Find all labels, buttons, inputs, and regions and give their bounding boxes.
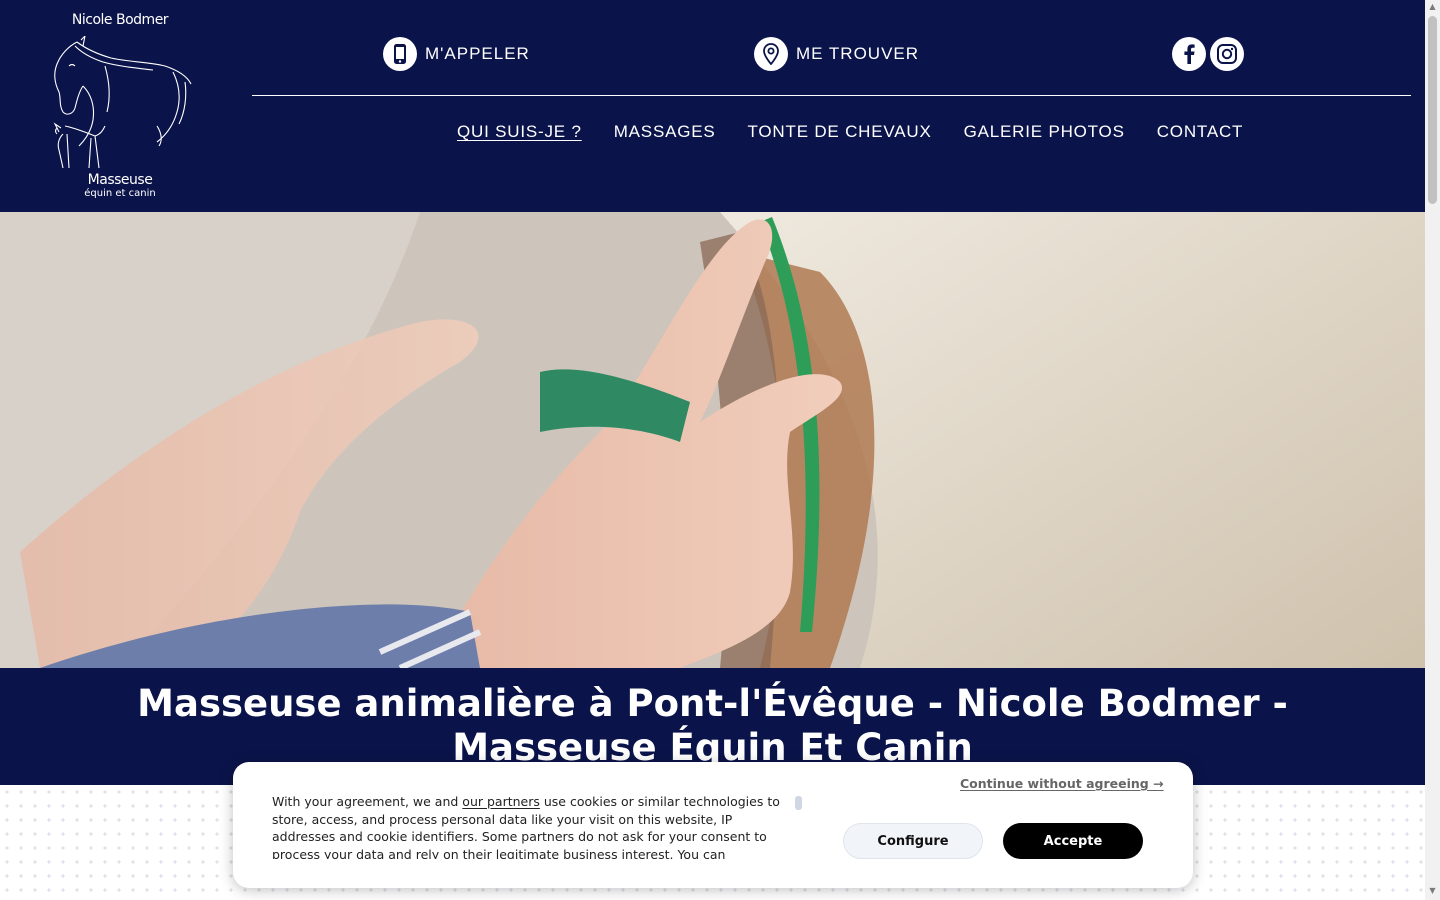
call-link[interactable]: M'APPELER bbox=[383, 37, 530, 71]
configure-button[interactable]: Configure bbox=[843, 823, 983, 859]
scrollbar-thumb[interactable] bbox=[1428, 16, 1437, 204]
location-pin-icon bbox=[754, 37, 788, 71]
logo-subtitle: équin et canin bbox=[84, 188, 156, 199]
main-nav: QUI SUIS-JE ? MASSAGES TONTE DE CHEVAUX … bbox=[457, 122, 1243, 142]
cookie-consent-banner: With your agreement, we and our partners… bbox=[233, 762, 1193, 888]
nav-item-tonte-de-chevaux[interactable]: TONTE DE CHEVAUX bbox=[748, 122, 932, 142]
social-links bbox=[1172, 37, 1244, 71]
scroll-down-arrow-icon[interactable]: ▼ bbox=[1425, 886, 1440, 898]
cookie-text: With your agreement, we and our partners… bbox=[272, 793, 797, 859]
logo-title: Masseuse bbox=[87, 172, 153, 188]
scroll-up-arrow-icon[interactable]: ▲ bbox=[1425, 2, 1440, 14]
find-link[interactable]: ME TROUVER bbox=[754, 37, 919, 71]
site-logo[interactable]: Nicole Bodmer Masseuse équin et canin bbox=[40, 8, 200, 204]
site-header: Nicole Bodmer Masseuse équin et canin M'… bbox=[0, 0, 1425, 212]
find-label: ME TROUVER bbox=[796, 44, 920, 63]
logo-name: Nicole Bodmer bbox=[71, 12, 169, 28]
continue-without-agreeing-link[interactable]: Continue without agreeing → bbox=[960, 776, 1164, 791]
nav-item-qui-suis-je[interactable]: QUI SUIS-JE ? bbox=[457, 122, 582, 142]
hero-image bbox=[0, 212, 1425, 668]
cookie-text-start: With your agreement, we and bbox=[272, 794, 463, 809]
cookie-text-scrollbar[interactable] bbox=[795, 796, 802, 810]
nav-item-massages[interactable]: MASSAGES bbox=[614, 122, 716, 142]
accept-button[interactable]: Accepte bbox=[1003, 823, 1143, 859]
facebook-icon[interactable] bbox=[1172, 37, 1206, 71]
header-divider bbox=[252, 95, 1411, 96]
call-label: M'APPELER bbox=[425, 44, 530, 63]
nav-item-contact[interactable]: CONTACT bbox=[1157, 122, 1244, 142]
horse-dog-logo-icon bbox=[53, 36, 192, 169]
partners-link[interactable]: our partners bbox=[462, 794, 540, 809]
page-title: Masseuse animalière à Pont-l'Évêque - Ni… bbox=[137, 682, 1288, 769]
nav-item-galerie-photos[interactable]: GALERIE PHOTOS bbox=[964, 122, 1125, 142]
page-scrollbar[interactable]: ▲ ▼ bbox=[1425, 0, 1440, 900]
instagram-icon[interactable] bbox=[1210, 37, 1244, 71]
phone-icon bbox=[383, 37, 417, 71]
